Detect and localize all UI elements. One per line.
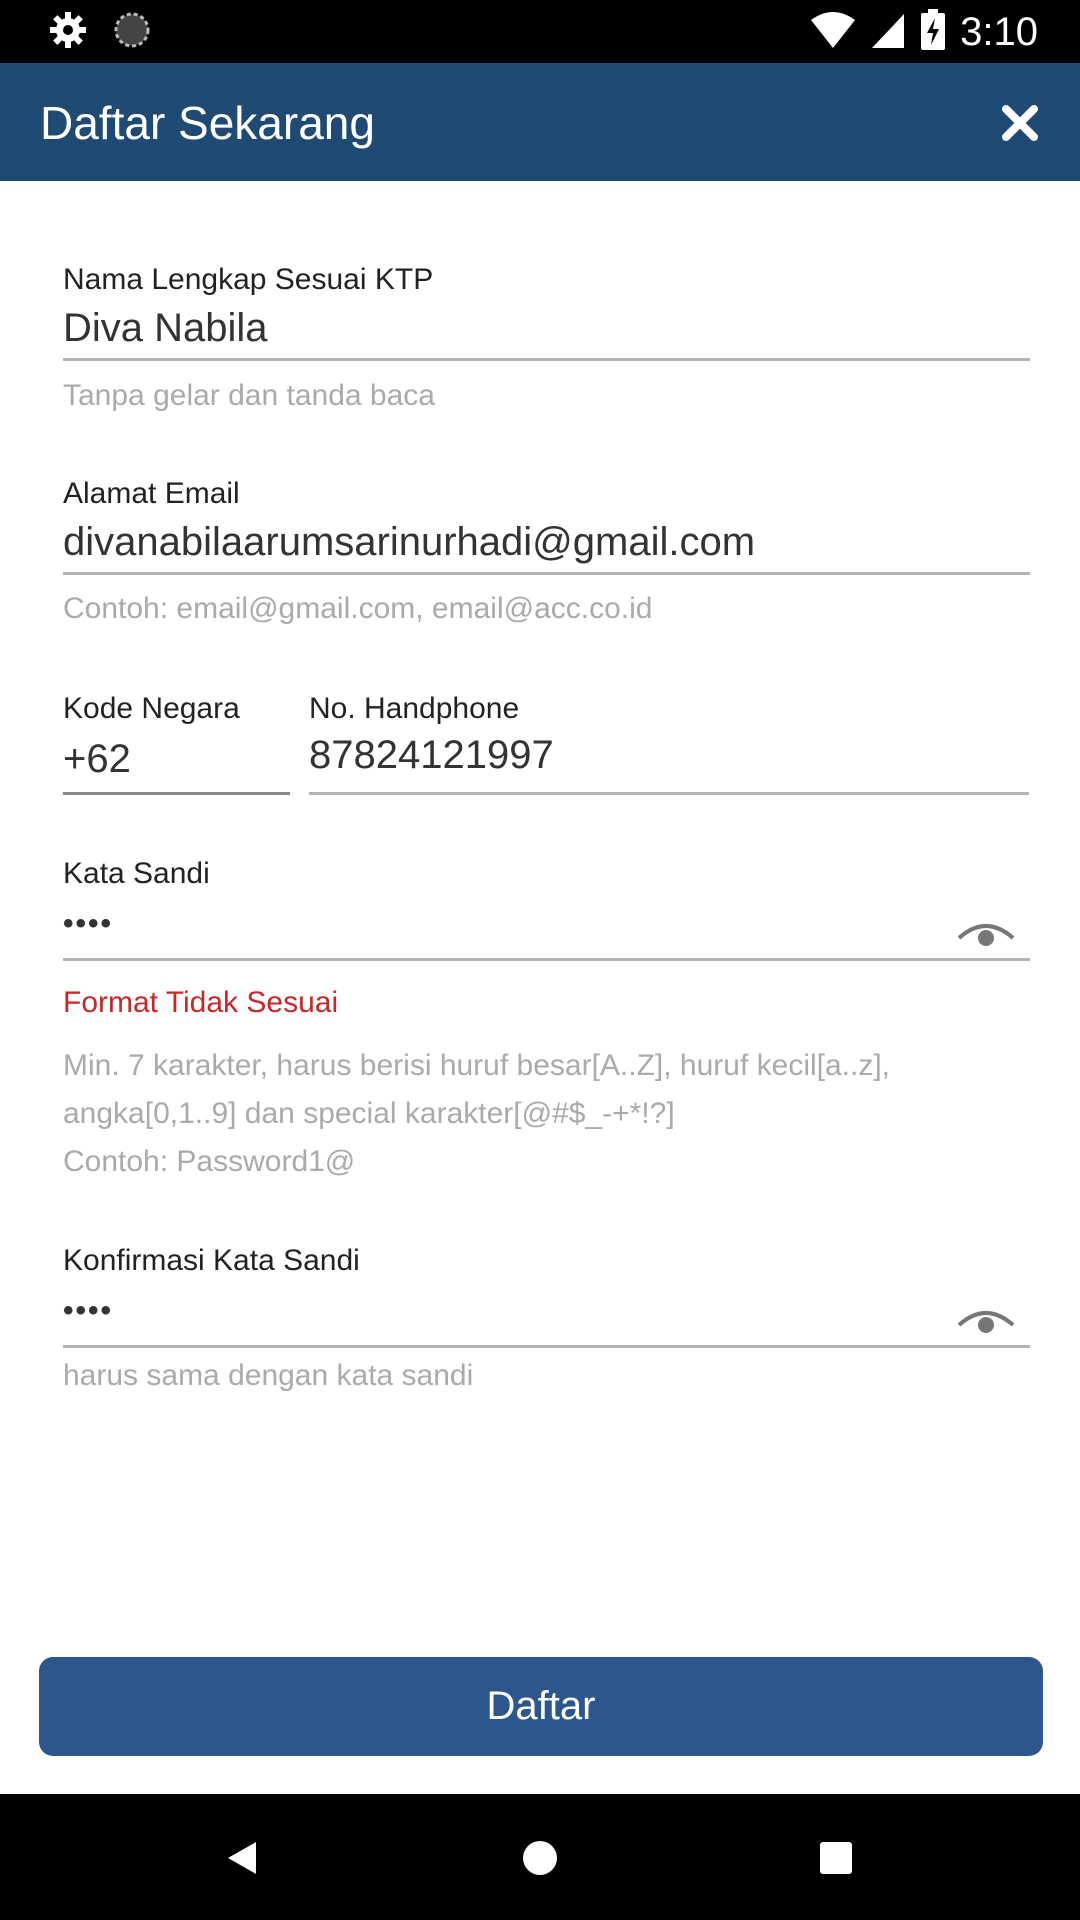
back-icon [228, 1842, 256, 1874]
password-error: Format Tidak Sesuai [63, 986, 339, 1019]
email-field[interactable]: Alamat Email divanabilaarumsarinurhadi@g… [63, 476, 1030, 575]
confirm-password-helper: harus sama dengan kata sandi [63, 1359, 474, 1392]
page-title: Daftar Sekarang [40, 97, 375, 149]
full-name-input[interactable]: Diva Nabila [63, 304, 1030, 358]
gear-icon [48, 10, 88, 55]
battery-charging-icon [920, 8, 946, 56]
confirm-password-underline [63, 1345, 1030, 1348]
close-icon [1002, 105, 1038, 141]
password-field[interactable]: Kata Sandi •••• [63, 856, 1030, 961]
home-icon [523, 1841, 557, 1875]
password-underline [63, 958, 1030, 961]
confirm-password-input[interactable]: •••• [63, 1291, 1030, 1345]
phone-underline [309, 792, 1029, 795]
recents-button[interactable] [812, 1834, 860, 1882]
password-helper: Min. 7 karakter, harus berisi huruf besa… [63, 1042, 1043, 1186]
country-code-underline [63, 792, 290, 795]
home-button[interactable] [516, 1834, 564, 1882]
recents-icon [820, 1842, 852, 1874]
full-name-label: Nama Lengkap Sesuai KTP [63, 263, 434, 296]
country-code-label: Kode Negara [63, 692, 240, 725]
eye-icon [957, 1311, 1015, 1333]
password-helper-line: Min. 7 karakter, harus berisi huruf besa… [63, 1049, 891, 1082]
email-input[interactable]: divanabilaarumsarinurhadi@gmail.com [63, 518, 1030, 572]
full-name-helper: Tanpa gelar dan tanda baca [63, 379, 435, 412]
email-label: Alamat Email [63, 477, 240, 510]
confirm-password-field[interactable]: Konfirmasi Kata Sandi •••• [63, 1243, 1030, 1348]
wifi-icon [810, 10, 856, 55]
back-button[interactable] [220, 1834, 268, 1882]
country-code-field[interactable]: Kode Negara +62 [63, 691, 290, 795]
full-name-underline [63, 358, 1030, 361]
country-code-input[interactable]: +62 [63, 735, 290, 792]
password-input[interactable]: •••• [63, 904, 1030, 958]
email-helper: Contoh: email@gmail.com, email@acc.co.id [63, 592, 653, 625]
toggle-confirm-password-visibility[interactable] [956, 1305, 1016, 1339]
password-label: Kata Sandi [63, 857, 210, 890]
status-bar: 3:10 [0, 0, 1080, 63]
toggle-password-visibility[interactable] [956, 918, 1016, 952]
sync-icon [112, 10, 152, 55]
signal-icon [870, 10, 906, 55]
phone-label: No. Handphone [309, 692, 520, 725]
password-helper-line: Contoh: Password1@ [63, 1145, 356, 1178]
phone-input[interactable]: 87824121997 [309, 731, 1029, 792]
full-name-field[interactable]: Nama Lengkap Sesuai KTP Diva Nabila [63, 262, 1030, 361]
close-button[interactable] [996, 99, 1044, 147]
navigation-bar [0, 1794, 1080, 1920]
submit-button[interactable]: Daftar [39, 1657, 1043, 1756]
clock: 3:10 [960, 10, 1038, 54]
password-helper-line: angka[0,1..9] dan special karakter[@#$_-… [63, 1097, 675, 1130]
email-underline [63, 572, 1030, 575]
phone-field[interactable]: No. Handphone 87824121997 [309, 691, 1029, 795]
confirm-password-label: Konfirmasi Kata Sandi [63, 1244, 360, 1277]
app-bar: Daftar Sekarang [0, 63, 1080, 181]
eye-icon [957, 924, 1015, 946]
